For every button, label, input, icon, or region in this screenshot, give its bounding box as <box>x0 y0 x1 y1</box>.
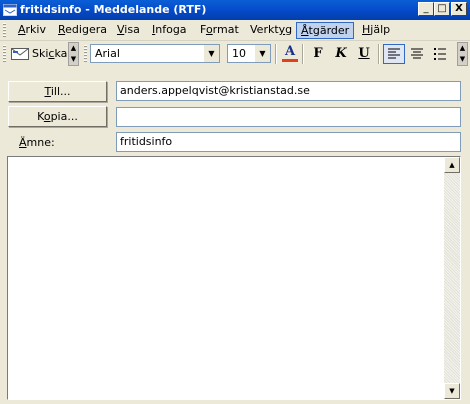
align-center-button[interactable] <box>406 44 428 64</box>
chevron-down-icon[interactable]: ▼ <box>204 45 219 62</box>
toolbar-grip[interactable] <box>3 45 6 63</box>
format-toolbar-grip[interactable] <box>84 45 87 63</box>
toolbar-separator <box>378 44 380 64</box>
to-field[interactable]: anders.appelqvist@kristianstad.se <box>116 81 461 101</box>
toolbar-separator <box>302 44 304 64</box>
align-left-icon <box>388 48 400 59</box>
title-bar: fritidsinfo - Meddelande (RTF) _ □ X <box>0 0 470 20</box>
outlook-window-icon <box>3 4 17 16</box>
cc-button[interactable]: Kopia... <box>8 106 107 127</box>
align-center-icon <box>411 48 423 59</box>
send-button[interactable]: Skicka <box>9 44 67 64</box>
send-envelope-icon <box>11 48 29 60</box>
align-left-button[interactable] <box>383 44 405 64</box>
subject-label: Ämne: <box>19 136 55 149</box>
message-body-text[interactable] <box>11 159 442 397</box>
scroll-up-icon[interactable]: ▲ <box>444 157 460 173</box>
cc-field[interactable] <box>116 107 461 127</box>
maximize-button[interactable]: □ <box>434 2 450 16</box>
window-title: fritidsinfo - Meddelande (RTF) <box>20 3 207 16</box>
text-color-icon: A <box>284 44 296 59</box>
minimize-button[interactable]: _ <box>418 2 434 16</box>
toolbar-separator <box>275 44 277 64</box>
scroll-down-icon[interactable]: ▼ <box>444 383 460 399</box>
close-button[interactable]: X <box>451 2 467 16</box>
menubar-grip[interactable] <box>3 23 6 38</box>
menu-hjalp[interactable]: Hjälp <box>358 22 394 39</box>
menu-arkiv[interactable]: Arkiv <box>14 22 50 39</box>
toolbar-overflow-button[interactable]: ▲ ▼ <box>457 42 468 66</box>
bullets-icon <box>434 48 446 60</box>
vertical-scrollbar[interactable]: ▲ ▼ <box>444 157 460 399</box>
text-color-bar <box>282 59 298 62</box>
to-button[interactable]: Till... <box>8 81 107 102</box>
text-color-button[interactable]: A <box>279 44 301 64</box>
menu-bar: Arkiv Redigera Visa Infoga Format Verkty… <box>0 20 470 41</box>
font-family-select[interactable]: Arial ▼ <box>90 44 220 63</box>
underline-button[interactable]: U <box>353 44 375 64</box>
bullets-button[interactable] <box>429 44 451 64</box>
menu-format[interactable]: Format <box>196 22 243 39</box>
toolbar-overflow-button[interactable]: ▲ ▼ <box>68 42 79 66</box>
menu-atgarder[interactable]: Åtgärder <box>296 22 355 39</box>
italic-button[interactable]: K <box>330 44 352 64</box>
chevron-down-icon[interactable]: ▼ <box>255 45 270 62</box>
menu-verktyg[interactable]: Verktyg <box>246 22 296 39</box>
message-body[interactable]: ▲ ▼ <box>7 156 461 400</box>
font-size-select[interactable]: 10 ▼ <box>227 44 271 63</box>
menu-redigera[interactable]: Redigera <box>54 22 111 39</box>
menu-infoga[interactable]: Infoga <box>148 22 191 39</box>
menu-visa[interactable]: Visa <box>113 22 144 39</box>
subject-field[interactable]: fritidsinfo <box>116 132 461 152</box>
formatting-toolbar: Skicka ▲ ▼ Arial ▼ 10 ▼ A F K U ▲ ▼ <box>0 41 470 67</box>
bold-button[interactable]: F <box>307 44 329 64</box>
